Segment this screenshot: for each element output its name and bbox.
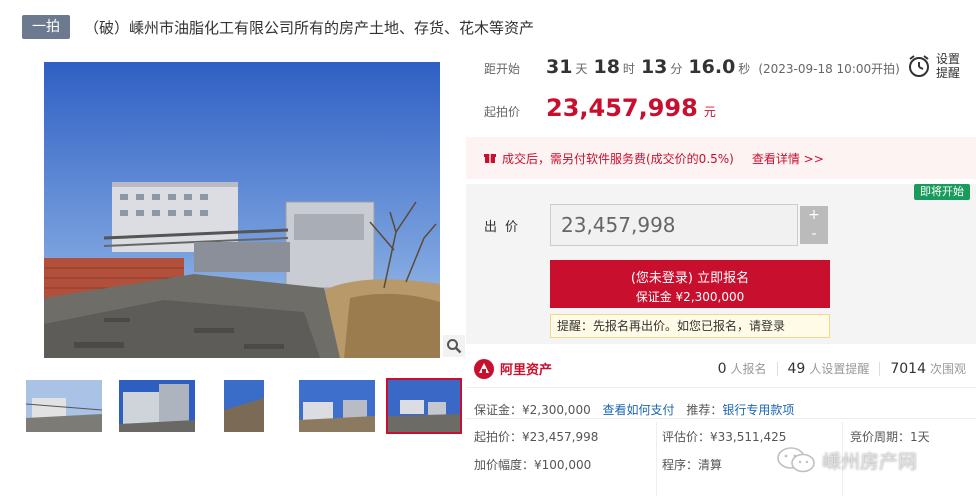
signup-deposit-label: 保证金 ¥2,300,000 xyxy=(635,290,745,304)
reminder-label-line1: 设置 xyxy=(936,52,961,66)
auction-stats: 0 人报名 49 人设置提醒 7014 次围观 xyxy=(718,360,966,377)
start-time-note: (2023-09-18 10:00开拍) xyxy=(758,62,900,76)
bid-amount-input[interactable]: 23,457,998 xyxy=(550,204,798,246)
procedure-info: 程序：清算 xyxy=(662,458,723,472)
increase-bid-button[interactable]: + xyxy=(800,206,828,225)
start-price-info: 起拍价：¥23,457,998 xyxy=(474,430,599,444)
thumbnail-2[interactable] xyxy=(119,380,195,432)
view-details-link[interactable]: 查看详情 >> xyxy=(752,150,824,167)
wechat-icon xyxy=(777,447,815,473)
login-tip-text: 提醒：先报名再出价。如您已报名， xyxy=(557,319,750,333)
alarm-clock-icon xyxy=(909,55,929,77)
starting-price-label: 起拍价 xyxy=(484,105,521,119)
countdown-seconds: 16.0 xyxy=(688,56,736,78)
signup-button-label: (您未登录) 立即报名 xyxy=(630,271,750,286)
magnifier-icon xyxy=(447,339,462,354)
title-bar: 一拍 （破）嵊州市油脂化工有限公司所有的房产土地、存货、花木等资产 xyxy=(22,14,534,40)
reminder-label-line2: 提醒 xyxy=(936,66,961,80)
ali-assets-logo-icon xyxy=(474,358,494,379)
stat-divider xyxy=(879,361,881,376)
view-count-label: 次围观 xyxy=(929,362,966,376)
signup-count: 0 xyxy=(717,361,727,377)
reminder-count: 49 xyxy=(787,361,806,377)
watermark: 嵊州房产网 xyxy=(776,446,917,474)
thumbnail-1[interactable] xyxy=(26,380,102,432)
auction-round-tag: 一拍 xyxy=(22,15,70,39)
view-count: 7014 xyxy=(890,361,926,377)
countdown-minutes-unit: 分 xyxy=(670,62,683,76)
set-reminder-button[interactable]: 设置 提醒 xyxy=(906,48,972,84)
thumbnail-strip xyxy=(24,378,464,434)
watermark-text: 嵊州房产网 xyxy=(822,450,918,473)
appraisal-info: 评估价：¥33,511,425 xyxy=(662,430,787,444)
main-photo[interactable] xyxy=(44,62,440,358)
countdown-hours-unit: 时 xyxy=(622,62,635,76)
signup-count-label: 人报名 xyxy=(730,362,767,376)
login-tip: 提醒：先报名再出价。如您已报名，请登录 xyxy=(550,314,830,338)
bank-funds-link[interactable]: 银行专用款项 xyxy=(722,403,794,417)
reminder-count-label: 人设置提醒 xyxy=(809,362,870,376)
brand-name: 阿里资产 xyxy=(500,363,553,378)
bid-panel: 即将开始 出价 23,457,998 + - (您未登录) 立即报名 保证金 ¥… xyxy=(466,184,976,344)
recommend-label: 推荐： xyxy=(686,403,723,417)
starting-price-unit: 元 xyxy=(703,105,716,119)
bid-cycle-info: 竞价周期：1天 xyxy=(850,430,930,444)
signup-button[interactable]: (您未登录) 立即报名 保证金 ¥2,300,000 xyxy=(550,260,830,308)
how-to-pay-link[interactable]: 查看如何支付 xyxy=(603,403,675,417)
column-divider xyxy=(656,422,657,496)
ali-assets-brand[interactable]: 阿里资产 xyxy=(474,358,553,379)
page-title: （破）嵊州市油脂化工有限公司所有的房产土地、存货、花木等资产 xyxy=(84,18,535,37)
increment-info: 加价幅度：¥100,000 xyxy=(474,458,592,472)
status-badge: 即将开始 xyxy=(914,184,970,200)
countdown-seconds-unit: 秒 xyxy=(738,62,751,76)
countdown: 距开始 31 天 18 时 13 分 16.0 秒 (2023-09-18 10… xyxy=(484,56,900,78)
bid-label: 出价 xyxy=(484,220,527,235)
starting-price-row: 起拍价 23,457,998 元 xyxy=(484,94,716,122)
login-link[interactable]: 请登录 xyxy=(749,319,785,333)
service-fee-notice: 成交后，需另付软件服务费(成交价的0.5%) 查看详情 >> xyxy=(466,137,976,179)
countdown-days: 31 xyxy=(546,56,573,78)
deposit-info: 保证金：¥2,300,000 查看如何支付 推荐：银行专用款项 xyxy=(474,401,794,418)
brand-stats-row: 阿里资产 0 人报名 49 人设置提醒 7014 次围观 xyxy=(466,350,976,388)
stat-divider xyxy=(776,361,778,376)
thumbnail-4[interactable] xyxy=(299,380,375,432)
countdown-days-unit: 天 xyxy=(575,62,588,76)
countdown-hours: 18 xyxy=(593,56,620,78)
thumbnail-3[interactable] xyxy=(206,380,282,432)
reminder-label: 设置 提醒 xyxy=(936,52,960,80)
zoom-button[interactable] xyxy=(443,335,465,357)
countdown-label: 距开始 xyxy=(484,62,521,76)
countdown-minutes: 13 xyxy=(640,56,668,78)
decrease-bid-button[interactable]: - xyxy=(800,225,828,244)
service-fee-text: 成交后，需另付软件服务费(成交价的0.5%) xyxy=(502,151,734,166)
deposit-text: 保证金：¥2,300,000 xyxy=(474,403,591,417)
thumbnail-5[interactable] xyxy=(386,378,462,434)
gift-box-icon xyxy=(484,154,496,163)
starting-price-value: 23,457,998 xyxy=(546,94,698,122)
info-divider xyxy=(466,418,976,419)
